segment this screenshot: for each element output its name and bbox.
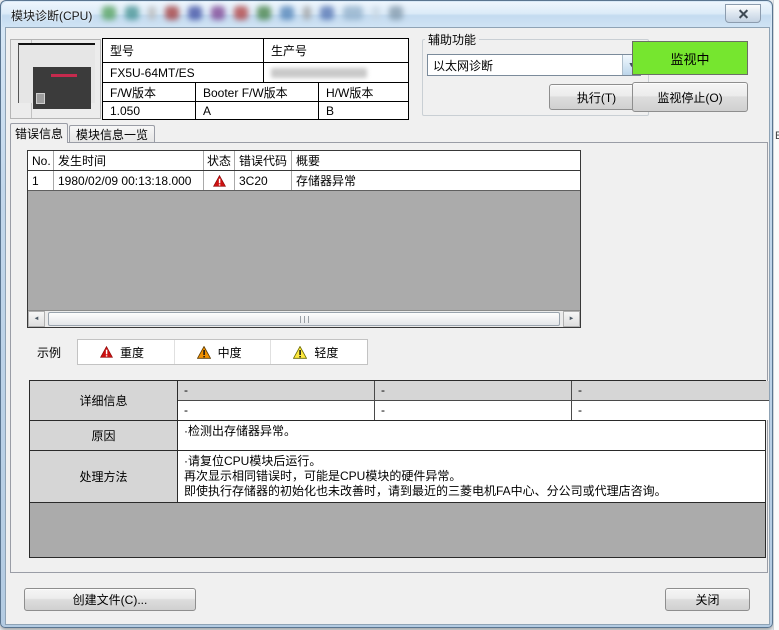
execute-button[interactable]: 执行(T) bbox=[549, 84, 644, 110]
window-title: 模块诊断(CPU) bbox=[11, 7, 92, 24]
detail-info-label: 详细信息 bbox=[30, 381, 178, 420]
aux-function-label: 辅助功能 bbox=[425, 31, 479, 48]
hw-value-cell: B bbox=[319, 102, 408, 119]
error-list-header: No. 发生时间 状态 错误代码 概要 bbox=[28, 151, 580, 171]
module-red-stripe bbox=[51, 74, 77, 77]
close-button[interactable]: 关闭 bbox=[665, 588, 750, 611]
module-info-table: 型号 生产号 FX5U-64MT/ES F/W版本 Booter F/W版本 H… bbox=[102, 38, 409, 120]
severe-triangle-icon bbox=[100, 346, 113, 358]
header-status: 状态 bbox=[204, 151, 235, 170]
header-time: 发生时间 bbox=[54, 151, 204, 170]
aux-function-select[interactable]: 以太网诊断 ▼ bbox=[427, 54, 641, 76]
scrollbar-left-arrow-icon[interactable]: ◄ bbox=[28, 311, 45, 327]
legend-item-moderate: 中度 bbox=[175, 340, 272, 364]
corrective-action-text: ·请复位CPU模块后运行。 再次显示相同错误时，可能是CPU模块的硬件异常。 即… bbox=[178, 451, 765, 502]
action-line: 即使执行存储器的初始化也未改善时，请到最近的三菱电机FA中心、分公司或代理店咨询… bbox=[184, 484, 759, 499]
detail-info-cell: - bbox=[178, 381, 375, 400]
corrective-action-label: 处理方法 bbox=[30, 451, 178, 502]
monitoring-status-badge: 监视中 bbox=[632, 41, 748, 75]
error-time-cell: 1980/02/09 00:13:18.000 bbox=[54, 171, 204, 190]
detail-info-cell: - bbox=[178, 401, 375, 420]
legend-minor-label: 轻度 bbox=[314, 344, 338, 361]
severe-error-icon bbox=[204, 171, 235, 190]
scrollbar-right-arrow-icon[interactable]: ► bbox=[563, 311, 580, 327]
detail-info-cell: - bbox=[572, 381, 769, 400]
error-detail-table: 详细信息 - - - - - - 原因 ·检测出存储器异常。 bbox=[29, 380, 766, 558]
serial-header-cell: 生产号 bbox=[264, 39, 408, 63]
minor-triangle-icon bbox=[293, 346, 307, 359]
module-image bbox=[10, 39, 101, 119]
error-summary-cell: 存储器异常 bbox=[292, 171, 580, 190]
model-header-cell: 型号 bbox=[103, 39, 264, 63]
detail-table-filler bbox=[30, 503, 765, 557]
close-window-button[interactable] bbox=[725, 4, 761, 23]
detail-info-cell: - bbox=[375, 381, 572, 400]
titlebar-blurred-icons bbox=[102, 6, 403, 24]
monitor-stop-button[interactable]: 监视停止(O) bbox=[632, 82, 748, 112]
detail-info-row: 详细信息 - - - - - - bbox=[30, 381, 765, 421]
serial-redacted-blur bbox=[271, 68, 367, 78]
desktop-background: E bbox=[773, 0, 779, 630]
close-icon bbox=[738, 8, 749, 19]
moderate-triangle-icon bbox=[197, 346, 211, 359]
header-summary: 概要 bbox=[292, 151, 580, 170]
detail-info-values: - - - - - - bbox=[178, 381, 769, 420]
legend-item-minor: 轻度 bbox=[271, 340, 367, 364]
error-code-cell: 3C20 bbox=[235, 171, 292, 190]
header-code: 错误代码 bbox=[235, 151, 292, 170]
info-value-row: FX5U-64MT/ES bbox=[103, 63, 408, 83]
tab-module-info-list[interactable]: 模块信息一览 bbox=[69, 125, 155, 143]
cpu-module-graphic bbox=[33, 67, 91, 109]
booter-header-cell: Booter F/W版本 bbox=[196, 83, 319, 102]
legend-label: 示例 bbox=[37, 344, 61, 361]
legend-severe-label: 重度 bbox=[120, 344, 144, 361]
module-port-graphic bbox=[36, 93, 45, 104]
create-file-button[interactable]: 创建文件(C)... bbox=[24, 588, 196, 611]
horizontal-scrollbar[interactable]: ◄ ► bbox=[28, 310, 580, 327]
cause-row: 原因 ·检测出存储器异常。 bbox=[30, 421, 765, 451]
scrollbar-grip-icon bbox=[300, 316, 309, 323]
hw-header-cell: H/W版本 bbox=[319, 83, 408, 102]
corrective-action-row: 处理方法 ·请复位CPU模块后运行。 再次显示相同错误时，可能是CPU模块的硬件… bbox=[30, 451, 765, 503]
model-value-cell: FX5U-64MT/ES bbox=[103, 63, 264, 83]
version-header-row: F/W版本 Booter F/W版本 H/W版本 bbox=[103, 83, 408, 102]
action-line: ·请复位CPU模块后运行。 bbox=[184, 454, 759, 469]
cause-label: 原因 bbox=[30, 421, 178, 450]
module-frame-graphic bbox=[18, 43, 95, 103]
legend-item-severe: 重度 bbox=[78, 340, 175, 364]
fw-header-cell: F/W版本 bbox=[103, 83, 196, 102]
header-no: No. bbox=[28, 151, 54, 170]
tab-error-info[interactable]: 错误信息 bbox=[10, 123, 68, 143]
detail-info-cell: - bbox=[375, 401, 572, 420]
booter-value-cell: A bbox=[196, 102, 319, 119]
severity-legend: 重度 中度 轻度 bbox=[77, 339, 368, 365]
scrollbar-thumb[interactable] bbox=[48, 312, 560, 326]
fw-value-cell: 1.050 bbox=[103, 102, 196, 119]
detail-info-cell: - bbox=[572, 401, 769, 420]
background-edge-text: E bbox=[775, 130, 779, 142]
module-diagnostics-dialog: 模块诊断(CPU) 型号 bbox=[0, 0, 773, 628]
error-row[interactable]: 1 1980/02/09 00:13:18.000 3C20 存储器异常 bbox=[28, 171, 580, 191]
aux-function-selected-value: 以太网诊断 bbox=[428, 57, 622, 74]
error-list: No. 发生时间 状态 错误代码 概要 1 1980/02/09 00:13:1… bbox=[27, 150, 581, 328]
version-value-row: 1.050 A B bbox=[103, 102, 408, 119]
serial-value-cell bbox=[264, 63, 408, 83]
error-no-cell: 1 bbox=[28, 171, 54, 190]
title-bar[interactable]: 模块诊断(CPU) bbox=[2, 2, 771, 27]
legend-moderate-label: 中度 bbox=[218, 344, 242, 361]
cause-text: ·检测出存储器异常。 bbox=[178, 421, 765, 450]
info-header-row: 型号 生产号 bbox=[103, 39, 408, 63]
action-line: 再次显示相同错误时，可能是CPU模块的硬件异常。 bbox=[184, 469, 759, 484]
dialog-body: 型号 生产号 FX5U-64MT/ES F/W版本 Booter F/W版本 H… bbox=[5, 27, 770, 625]
